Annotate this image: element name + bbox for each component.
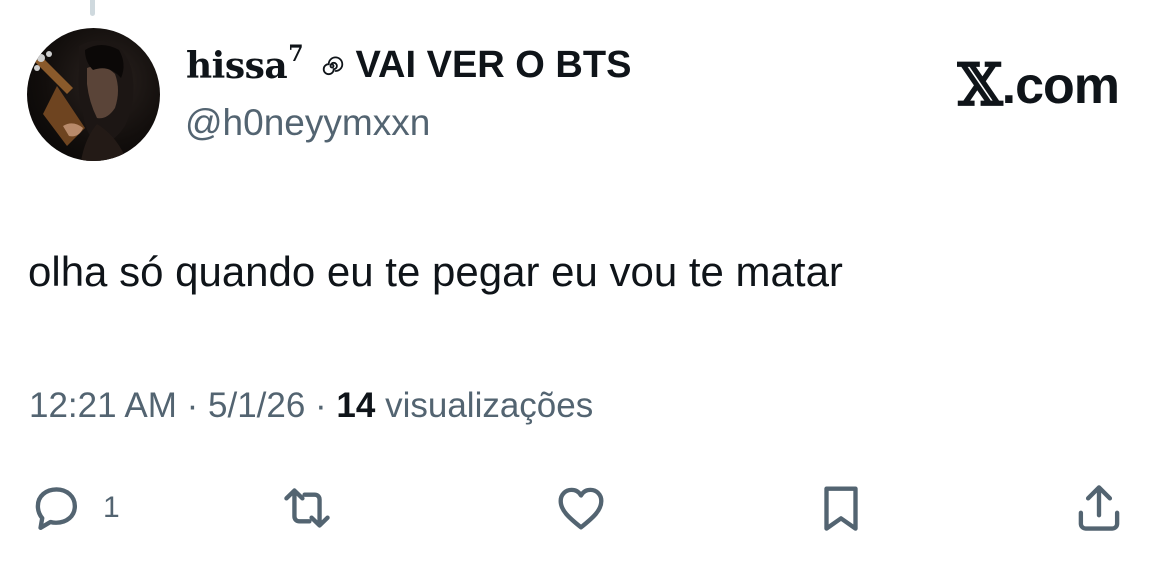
meta-separator: · — [305, 386, 337, 425]
spiral-icon — [320, 54, 344, 78]
avatar[interactable] — [27, 28, 160, 161]
reply-button[interactable]: 1 — [27, 478, 120, 538]
display-name[interactable]: hissa 7 VAI VER O BTS — [186, 40, 632, 87]
retweet-icon — [284, 488, 330, 528]
reply-icon — [35, 487, 78, 530]
user-handle[interactable]: @h0neyymxxn — [185, 102, 430, 144]
brand-suffix: .com — [1001, 57, 1120, 115]
meta-separator: · — [176, 386, 208, 425]
display-name-script: hissa — [186, 44, 288, 87]
display-name-tail: VAI VER O BTS — [355, 44, 632, 86]
avatar-image — [34, 40, 134, 161]
bookmark-icon — [824, 486, 858, 531]
tweet-action-bar: 1 — [0, 478, 1169, 538]
thread-connector-line — [90, 0, 95, 16]
retweet-button[interactable] — [278, 478, 336, 538]
reply-count: 1 — [103, 491, 120, 524]
tweet-metadata: 12:21 AM · 5/1/26 · 14 visualizações — [29, 386, 593, 426]
heart-icon — [558, 487, 604, 530]
display-name-superscript: 7 — [288, 40, 304, 67]
like-button[interactable] — [552, 478, 610, 538]
tweet-time[interactable]: 12:21 AM — [29, 386, 177, 425]
x-logo-icon: 𝕏 — [957, 51, 1003, 119]
tweet-text: olha só quando eu te pegar eu vou te mat… — [28, 248, 843, 295]
bookmark-button[interactable] — [812, 478, 870, 538]
x-brand-logo: 𝕏 .com — [957, 51, 1120, 120]
views-count: 14 — [336, 386, 376, 425]
share-button[interactable] — [1070, 478, 1128, 538]
share-icon — [1078, 485, 1120, 531]
views-label: visualizações — [375, 386, 594, 425]
tweet-date[interactable]: 5/1/26 — [208, 386, 305, 425]
